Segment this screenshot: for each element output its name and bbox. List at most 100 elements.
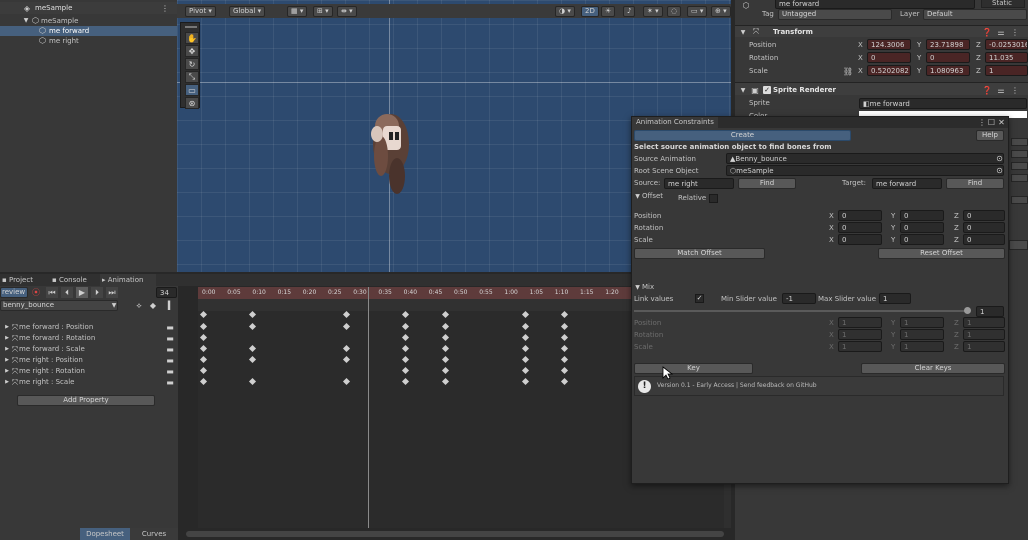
collapse-arrow-icon[interactable]: ▼ [739, 85, 747, 95]
effects-icon[interactable]: ✶ ▾ [643, 6, 663, 17]
more-menu-icon[interactable]: ⋮ [160, 3, 170, 13]
offset-scale-x-field[interactable]: 0 [838, 234, 882, 245]
keyframe[interactable] [342, 377, 351, 386]
keyframe[interactable] [248, 355, 257, 364]
snap-increment-button[interactable]: ⊞ ▾ [313, 6, 333, 17]
collapse-arrow-icon[interactable]: ▼ [739, 27, 747, 37]
prev-frame-icon[interactable]: ⏴ [61, 287, 73, 298]
keyframe[interactable] [560, 322, 569, 331]
property-row[interactable]: ▶ ⤧ me right : Position ▬ [0, 355, 178, 366]
keyframe[interactable] [441, 322, 450, 331]
keyframe[interactable] [441, 310, 450, 319]
more-menu-icon[interactable]: ⋮ [1010, 85, 1020, 95]
grid-snap-button[interactable]: ▦ ▾ [287, 6, 308, 17]
keyframe[interactable] [521, 355, 530, 364]
keyframe-toggle-icon[interactable]: ▬ [166, 333, 174, 344]
add-keyframe-icon[interactable]: ⟡ [134, 300, 144, 311]
expand-arrow-icon[interactable]: ▶ [4, 366, 10, 377]
link-values-checkbox[interactable]: ✓ [695, 294, 704, 303]
keyframe[interactable] [342, 310, 351, 319]
keyframe[interactable] [342, 322, 351, 331]
mix-slider-track[interactable] [634, 310, 970, 312]
keyframe[interactable] [560, 333, 569, 342]
rect-tool-icon[interactable]: ▭ [185, 84, 199, 96]
dopesheet-tab[interactable]: Dopesheet [80, 528, 130, 540]
link-scale-icon[interactable]: ⛓ [843, 66, 853, 76]
keyframe[interactable] [521, 322, 530, 331]
keyframe[interactable] [401, 366, 410, 375]
maximize-icon[interactable]: ☐ [987, 117, 996, 128]
rotate-tool-icon[interactable]: ↻ [185, 58, 199, 70]
expand-arrow-icon[interactable]: ▼ [22, 16, 30, 26]
expand-arrow-icon[interactable]: ▶ [4, 344, 10, 355]
keyframe[interactable] [199, 310, 208, 319]
keyframe[interactable] [248, 322, 257, 331]
keyframe[interactable] [441, 344, 450, 353]
keyframe[interactable] [560, 344, 569, 353]
align-button[interactable]: ⇼ ▾ [337, 6, 357, 17]
offset-position-z-field[interactable]: 0 [963, 210, 1005, 221]
keyframe[interactable] [521, 333, 530, 342]
keyframe[interactable] [342, 355, 351, 364]
object-name-field[interactable]: me forward [775, 0, 975, 9]
property-row[interactable]: ▶ ⤧ me forward : Position ▬ [0, 322, 178, 333]
property-row[interactable]: ▶ ⤧ me forward : Rotation ▬ [0, 333, 178, 344]
offset-position-y-field[interactable]: 0 [900, 210, 944, 221]
keyframe[interactable] [521, 377, 530, 386]
record-icon[interactable]: ⦿ [31, 287, 41, 298]
help-icon[interactable]: ❓ [982, 27, 992, 37]
help-button[interactable]: Help [976, 130, 1004, 141]
transform-scale-x-field[interactable]: 0.5202082 [867, 65, 911, 76]
transform-rotation-z-field[interactable]: 11.035 [985, 52, 1028, 63]
horizontal-scrollbar[interactable] [186, 531, 724, 537]
expand-arrow-icon[interactable]: ▶ [4, 377, 10, 388]
next-frame-icon[interactable]: ⏵ [91, 287, 103, 298]
expand-arrow-icon[interactable]: ▶ [4, 333, 10, 344]
expand-arrow-icon[interactable]: ▶ [4, 355, 10, 366]
first-frame-icon[interactable]: ⏮ [46, 287, 58, 298]
offset-scale-y-field[interactable]: 0 [900, 234, 944, 245]
transform-scale-z-field[interactable]: 1 [985, 65, 1028, 76]
transform-tool-icon[interactable]: ⊛ [185, 97, 199, 109]
help-icon[interactable]: ❓ [982, 85, 992, 95]
layer-dropdown[interactable]: Default [923, 9, 1027, 20]
partial-dropdown[interactable] [1011, 150, 1028, 158]
keyframe[interactable] [248, 344, 257, 353]
play-icon[interactable]: ▶ [76, 287, 88, 298]
offset-rotation-z-field[interactable]: 0 [963, 222, 1005, 233]
partial-dropdown[interactable] [1011, 174, 1028, 182]
keyframe[interactable] [401, 355, 410, 364]
object-picker-icon[interactable]: ⊙ [995, 153, 1004, 164]
curves-tab[interactable]: Curves [130, 528, 178, 540]
keyframe[interactable] [560, 310, 569, 319]
tag-dropdown[interactable]: Untagged [778, 9, 892, 20]
clip-dropdown[interactable]: benny_bounce [0, 300, 118, 311]
close-icon[interactable]: ✕ [997, 117, 1006, 128]
max-slider-field[interactable]: 1 [879, 293, 911, 304]
offset-rotation-x-field[interactable]: 0 [838, 222, 882, 233]
transform-scale-y-field[interactable]: 1.080963 [926, 65, 970, 76]
character-sprite[interactable] [363, 104, 423, 204]
partial-button[interactable] [1009, 240, 1028, 250]
keyframe-toggle-icon[interactable]: ▬ [166, 322, 174, 333]
mix-slider-value[interactable]: 1 [976, 306, 1004, 317]
mix-position-z-field[interactable]: 1 [963, 317, 1005, 328]
tab-console[interactable]: ▪ Console [50, 274, 100, 286]
frame-field[interactable]: 34 [156, 287, 177, 298]
mix-rotation-y-field[interactable]: 1 [900, 329, 944, 340]
presets-icon[interactable]: ⚌ [996, 27, 1006, 37]
expand-arrow-icon[interactable]: ▼ [634, 282, 641, 292]
add-event-icon[interactable]: ◆ [148, 300, 158, 311]
keyframe[interactable] [248, 310, 257, 319]
property-row[interactable]: ▶ ⤧ me right : Rotation ▬ [0, 366, 178, 377]
camera-icon[interactable]: ▭ ▾ [687, 6, 708, 17]
match-offset-button[interactable]: Match Offset [634, 248, 765, 259]
visibility-icon[interactable]: ◌ [667, 6, 682, 17]
scale-tool-icon[interactable]: ⤡ [185, 71, 199, 83]
keyframe-toggle-icon[interactable]: ▬ [166, 344, 174, 355]
transform-position-z-field[interactable]: -0.02530162 [985, 39, 1028, 50]
keyframe[interactable] [401, 344, 410, 353]
event-marker-icon[interactable]: ▍ [166, 300, 176, 311]
reset-offset-button[interactable]: Reset Offset [878, 248, 1005, 259]
object-picker-icon[interactable]: ⊙ [995, 165, 1004, 176]
